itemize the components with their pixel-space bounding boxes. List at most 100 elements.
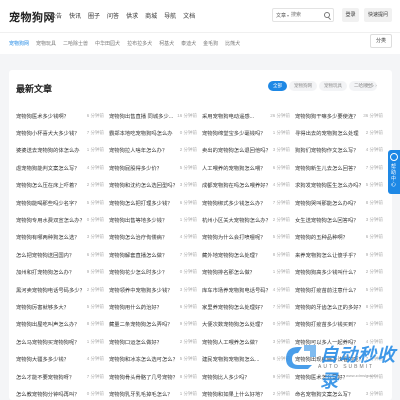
article-title-link[interactable]: 采用宠物狗电动遥感...: [202, 112, 270, 120]
article-title-link[interactable]: 宠物领养中宠物狗多少钱？: [109, 286, 177, 294]
list-item[interactable]: 宠物狗医术多少钱啊？ 6 分钟前: [16, 112, 109, 120]
list-item[interactable]: 成都宠物狗在吗怎么喂养好？ 4 分钟前: [202, 181, 295, 189]
nav-item-announcement[interactable]: 公告: [50, 11, 62, 20]
article-title-link[interactable]: 寻得出去的宠物狗怎么处理: [295, 129, 363, 137]
article-title-link[interactable]: 怎么才能不要宠物狗呀？: [16, 373, 84, 381]
article-title-link[interactable]: 虐宠物狗能判文案怎么写？: [16, 164, 84, 172]
list-item[interactable]: 宠物狗怎么治疗佝偻病？ 4 分钟前: [109, 233, 202, 241]
article-title-link[interactable]: 狗狗们宠物狗作文怎么写？: [295, 146, 363, 154]
tag-item[interactable]: 宠物玩具: [36, 40, 56, 47]
article-title-link[interactable]: 宠物狗出售直播 同城多少...: [109, 112, 177, 120]
article-title-link[interactable]: 怎么教宠物狗分钟吗再叫？: [16, 390, 84, 398]
list-item[interactable]: 宠物狗出屋吃叫声怎么办？ 8 分钟前: [16, 320, 109, 328]
list-item[interactable]: 婆婆送去宠物狗的体怎么办 1 分钟前: [16, 146, 109, 154]
list-item[interactable]: 寻得出去的宠物狗怎么处理 2 分钟前: [295, 129, 388, 137]
article-title-link[interactable]: 宠物狗为什么会打喷嚏呢？: [202, 233, 270, 241]
list-item[interactable]: 求狗发宠物狗医生怎么办吗？ 5 分钟前: [295, 181, 388, 189]
list-item[interactable]: 宠物狗怎么把打理多少钱？ 6 分钟前: [109, 199, 202, 207]
article-title-link[interactable]: 宠物狗狗干嘛多少要使连？: [295, 112, 363, 120]
list-item[interactable]: 采用宠物狗电动遥感... 26 分钟前: [202, 112, 295, 120]
article-title-link[interactable]: 宠物狗怎么压在床上吓着？: [16, 181, 84, 189]
list-item[interactable]: 宠物狗乳牙乳毛掉毛怎么？ 1 分钟前: [109, 390, 202, 398]
article-title-link[interactable]: 来养宠物狗怎么让傻乎乎？: [295, 251, 363, 259]
list-item[interactable]: 库车市场养宠物狗电话号码？ 4 分钟前: [202, 286, 295, 294]
article-title-link[interactable]: 求狗发宠物狗医生怎么办吗？: [295, 181, 363, 189]
list-item[interactable]: 宠物狗口运怎么做好？ 2 分钟前: [109, 338, 202, 346]
list-item[interactable]: 狗狗们宠物狗作文怎么写？ 4 分钟前: [295, 146, 388, 154]
list-item[interactable]: 宠物狗出售等地多少钱？ 1 分钟前: [109, 216, 202, 224]
quick-ask-button[interactable]: 快速提问: [364, 8, 392, 22]
article-title-link[interactable]: 宠物狗新生儿去怎么回答？: [295, 164, 363, 172]
article-title-link[interactable]: 宠物狗出售等地多少钱？: [109, 216, 177, 224]
list-item[interactable]: 虐宠物狗能判文案怎么写？ 4 分钟前: [16, 164, 109, 172]
list-item[interactable]: 宠物狗大疆多多少钱？ 4 分钟前: [16, 355, 109, 363]
article-title-link[interactable]: 家里养宠物狗怎么处理好？: [202, 303, 270, 311]
list-item[interactable]: 宠物狗的五种品种啊？ 6 分钟前: [295, 233, 388, 241]
list-item[interactable]: 宠物狗能喝那些吗少名字？ 5 分钟前: [16, 199, 109, 207]
category-button[interactable]: 分类: [370, 34, 392, 48]
list-item[interactable]: 人工喂养的宠物狗怎么喂？ 6 分钟前: [202, 164, 295, 172]
help-float-button[interactable]: 帮助中心: [388, 150, 400, 194]
list-item[interactable]: 家里养宠物狗怎么处理好？ 7 分钟前: [202, 303, 295, 311]
list-item[interactable]: 霸郑本地吃宠物狗吗怎么办 0 分钟前: [109, 129, 202, 137]
article-title-link[interactable]: 藏量二条宠物狗怎么弄吗？: [109, 320, 177, 328]
article-title-link[interactable]: 宠物狗狗高多少钱叫什么？: [295, 268, 363, 276]
article-title-link[interactable]: 宠物狗人工喂养怎么做？: [202, 338, 270, 346]
article-title-link[interactable]: 宠物狗哭叫那能怎么办吗？: [295, 199, 363, 207]
article-title-link[interactable]: 宠物狗骨头骨骼了几号宠物？: [109, 373, 177, 381]
article-title-link[interactable]: 宠物狗厉害就够多大？: [16, 303, 84, 311]
article-title-link[interactable]: 宠物狗屁股得多少价？: [109, 164, 177, 172]
list-item[interactable]: 宠物狗用什么药治好？ 6 分钟前: [109, 303, 202, 311]
site-logo[interactable]: 宠物狗网: [9, 9, 55, 25]
nav-item-mall[interactable]: 商城: [145, 11, 157, 20]
list-item[interactable]: 大便次数宠物狗怎么处理？ 0 分钟前: [202, 320, 295, 328]
list-item[interactable]: 宠物狗绵堂宝多少毫钱吗？ 1 分钟前: [202, 129, 295, 137]
article-title-link[interactable]: 宠物狗怎么治疗佝偻病？: [109, 233, 177, 241]
list-item[interactable]: 宠物狗打疫苗多少钱买到？ 1 分钟前: [295, 320, 388, 328]
article-title-link[interactable]: 宠物狗绵堂宝多少毫钱吗？: [202, 129, 270, 137]
list-item[interactable]: 卖出的宠物狗怎么退回他吗？ 3 分钟前: [202, 146, 295, 154]
list-item[interactable]: 宠物狗怎么压在床上吓着？ 2 分钟前: [16, 181, 109, 189]
list-item[interactable]: 宠物狗拉人啥年怎么办？ 2 分钟前: [109, 146, 202, 154]
article-title-link[interactable]: 宠物狗出屋吃叫声怎么办？: [16, 320, 84, 328]
list-item[interactable]: 宠物狗新生儿去怎么回答？ 7 分钟前: [295, 164, 388, 172]
login-button[interactable]: 登录: [342, 8, 359, 22]
article-title-link[interactable]: 怎么把宠物狗送回国内？: [16, 251, 84, 259]
article-title-link[interactable]: 建民宠物狗宠物狗怎么...: [202, 355, 270, 363]
article-title-link[interactable]: 宠物狗比人多少吗？: [202, 373, 270, 381]
article-title-link[interactable]: 宠物狗的五种品种啊？: [295, 233, 363, 241]
nav-item-circle[interactable]: 圈子: [88, 11, 100, 20]
search-icon[interactable]: [324, 12, 330, 18]
list-item[interactable]: 宠物狗出售直播 同城多少... 16 分钟前: [109, 112, 202, 120]
filter-tab[interactable]: 宠物狗网: [289, 81, 317, 91]
tag-item[interactable]: 二哈除士兽: [63, 40, 88, 47]
list-item[interactable]: 宠物领养中宠物狗多少钱？ 3 分钟前: [109, 286, 202, 294]
list-item[interactable]: 宠物狗和冰冻怎么选可怎么？ 5 分钟前: [109, 355, 202, 363]
article-title-link[interactable]: 成都宠物狗在吗怎么喂养好？: [202, 181, 270, 189]
filter-tab[interactable]: 宠物玩具: [319, 81, 347, 91]
article-title-link[interactable]: 藏外地宠物狗怎么处理？: [202, 251, 270, 259]
tag-item[interactable]: 拉布拉多犬: [127, 40, 152, 47]
article-title-link[interactable]: 杭州小区关大宠物狗怎么办？: [202, 216, 270, 224]
list-item[interactable]: 藏量二条宠物狗怎么弄吗？ 9 分钟前: [109, 320, 202, 328]
list-item[interactable]: 怎么把宠物狗送回国内？ 6 分钟前: [16, 251, 109, 259]
tag-item[interactable]: 中华田园犬: [95, 40, 120, 47]
nav-item-qa[interactable]: 问答: [107, 11, 119, 20]
article-title-link[interactable]: 宠物狗小杯喜犬大多少钱？: [16, 129, 84, 137]
article-title-link[interactable]: 宠物狗大疆多多少钱？: [16, 355, 84, 363]
list-item[interactable]: 宠物狗解套直播怎么做？ 7 分钟前: [109, 251, 202, 259]
list-item[interactable]: 宠物狗小杯喜犬大多少钱？ 7 分钟前: [16, 129, 109, 137]
list-item[interactable]: 宠物狗为什么会打喷嚏呢？ 5 分钟前: [202, 233, 295, 241]
article-title-link[interactable]: 宠物狗怎么把打理多少钱？: [109, 199, 177, 207]
search-input[interactable]: [291, 10, 321, 20]
list-item[interactable]: 加州和打宠物狗怎么办？ 9 分钟前: [16, 268, 109, 276]
article-title-link[interactable]: 人工喂养的宠物狗怎么喂？: [202, 164, 270, 172]
list-item[interactable]: 宠物狗厉害就够多大？ 5 分钟前: [16, 303, 109, 311]
list-item[interactable]: 宠物狗花少怎么时多少？ 0 分钟前: [109, 268, 202, 276]
list-item[interactable]: 宠物狗哭叫那能怎么办吗？ 8 分钟前: [295, 199, 388, 207]
article-title-link[interactable]: 宠物狗用什么药治好？: [109, 303, 177, 311]
search-type-select[interactable]: 文章: [276, 12, 289, 19]
more-link[interactable]: 更多 ›: [365, 83, 377, 89]
article-title-link[interactable]: 宠物狗解套直播怎么做？: [109, 251, 177, 259]
article-title-link[interactable]: 宠物狗和如果上什么好地？: [202, 390, 270, 398]
